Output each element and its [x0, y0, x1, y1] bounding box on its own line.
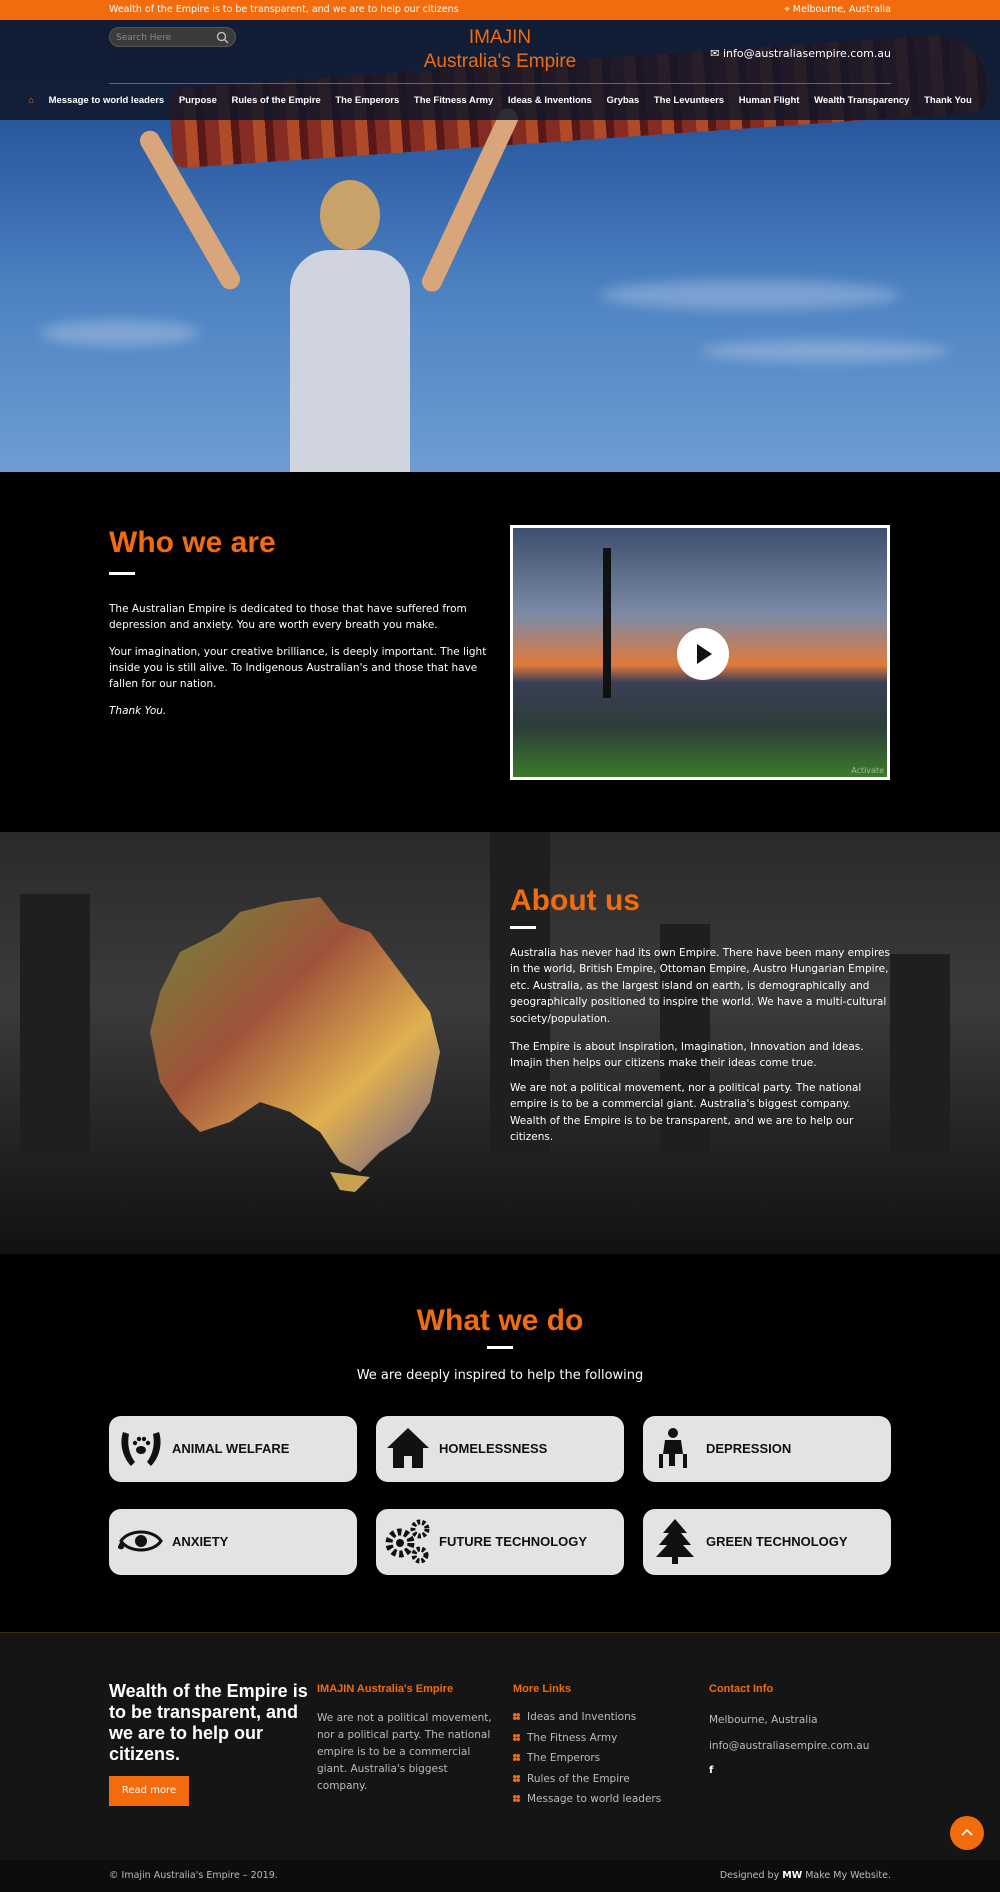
grid-bullet-icon: [513, 1795, 520, 1802]
nav-item-grybas[interactable]: Grybas: [606, 95, 639, 106]
footer-contact-location: Melbourne, Australia: [709, 1714, 818, 1726]
about-title-underline: [510, 926, 536, 929]
copyright-bar: © Imajin Australia's Empire – 2019. Desi…: [0, 1860, 1000, 1892]
eye-icon: [118, 1530, 163, 1552]
card-animal-welfare[interactable]: ANIMAL WELFARE: [109, 1416, 357, 1482]
top-bar-location: ⌖ Melbourne, Australia: [784, 4, 891, 15]
woman-figure: [136, 105, 522, 472]
card-label: FUTURE TECHNOLOGY: [439, 1534, 588, 1549]
footer-links-title: More Links: [513, 1683, 572, 1695]
back-to-top-button[interactable]: [950, 1816, 984, 1850]
top-bar-tagline: Wealth of the Empire is to be transparen…: [109, 4, 459, 15]
copyright-text: © Imajin Australia's Empire – 2019.: [109, 1870, 278, 1881]
who-title-underline: [109, 572, 135, 575]
depression-icon: [659, 1428, 687, 1468]
top-bar-location-text: Melbourne, Australia: [792, 4, 891, 15]
footer-tagline: Wealth of the Empire is to be transparen…: [109, 1681, 308, 1764]
nav-item-thank-you[interactable]: Thank You: [924, 95, 972, 106]
footer-contact-email[interactable]: info@australiasempire.com.au: [709, 1738, 869, 1755]
nav-item-human-flight[interactable]: Human Flight: [739, 95, 800, 106]
who-paragraph-2: Your imagination, your creative brillian…: [109, 646, 487, 690]
read-more-button[interactable]: Read more: [109, 1776, 189, 1806]
who-title: Who we are: [109, 526, 276, 559]
search-input[interactable]: [116, 31, 212, 44]
home-icon[interactable]: ⌂: [28, 95, 34, 106]
card-future-technology[interactable]: FUTURE TECHNOLOGY: [376, 1509, 624, 1575]
nav-divider: [109, 83, 891, 84]
who-paragraph-3: Thank You.: [109, 705, 167, 717]
footer-link-emperors[interactable]: The Emperors: [513, 1752, 600, 1764]
search-box[interactable]: [109, 27, 236, 47]
nav-item-message[interactable]: Message to world leaders: [49, 95, 165, 106]
card-label: ANIMAL WELFARE: [172, 1441, 290, 1456]
who-paragraph-1: The Australian Empire is dedicated to th…: [109, 603, 467, 631]
grid-bullet-icon: [513, 1734, 520, 1741]
what-subtitle: We are deeply inspired to help the follo…: [356, 1368, 644, 1383]
about-paragraph-3: We are not a political movement, nor a p…: [510, 1082, 862, 1144]
envelope-icon: ✉: [710, 47, 720, 60]
card-label: GREEN TECHNOLOGY: [706, 1534, 848, 1549]
card-green-technology[interactable]: GREEN TECHNOLOGY: [643, 1509, 891, 1575]
grid-bullet-icon: [513, 1754, 520, 1761]
designer-credit[interactable]: Designed by MW Make My Website.: [720, 1870, 891, 1881]
footer-about-title: IMAJIN Australia's Empire: [317, 1683, 454, 1695]
nav-item-fitness-army[interactable]: The Fitness Army: [414, 95, 493, 106]
footer-link-fitness[interactable]: The Fitness Army: [513, 1732, 617, 1744]
nav-item-ideas[interactable]: Ideas & Inventions: [508, 95, 592, 106]
card-depression[interactable]: DEPRESSION: [643, 1416, 891, 1482]
card-label: HOMELESSNESS: [439, 1441, 548, 1456]
house-icon: [387, 1428, 429, 1468]
tree-silhouette: [603, 548, 611, 698]
header-email[interactable]: ✉ info@australiasempire.com.au: [710, 47, 891, 60]
main-nav: ⌂ Message to world leaders Purpose Rules…: [0, 95, 1000, 106]
footer-about-text: We are not a political movement, nor a p…: [317, 1712, 492, 1792]
nav-item-levunteers[interactable]: The Levunteers: [654, 95, 724, 106]
nav-item-wealth[interactable]: Wealth Transparency: [814, 95, 909, 106]
about-paragraph-2: The Empire is about Inspiration, Imagina…: [510, 1041, 864, 1070]
video-watermark: Activate: [851, 766, 884, 775]
australia-collage-map: [150, 897, 440, 1192]
about-title: About us: [510, 884, 640, 917]
footer-link-message[interactable]: Message to world leaders: [513, 1793, 661, 1805]
about-paragraph-1: Australia has never had its own Empire. …: [510, 947, 890, 1025]
header-email-text: info@australiasempire.com.au: [722, 47, 891, 60]
grid-bullet-icon: [513, 1713, 520, 1720]
logo-line1: IMAJIN: [468, 27, 532, 48]
nav-item-purpose[interactable]: Purpose: [179, 95, 217, 106]
card-anxiety[interactable]: ANXIETY: [109, 1509, 357, 1575]
site-logo[interactable]: IMAJIN Australia's Empire: [380, 26, 620, 74]
card-homelessness[interactable]: HOMELESSNESS: [376, 1416, 624, 1482]
footer-link-rules[interactable]: Rules of the Empire: [513, 1773, 630, 1785]
nav-item-rules[interactable]: Rules of the Empire: [232, 95, 321, 106]
what-title-underline: [487, 1346, 513, 1349]
animal-welfare-icon: [121, 1432, 161, 1466]
footer-link-ideas[interactable]: Ideas and Inventions: [513, 1711, 636, 1723]
about-section: About us Australia has never had its own…: [0, 832, 1000, 1254]
grid-bullet-icon: [513, 1775, 520, 1782]
site-footer: Wealth of the Empire is to be transparen…: [0, 1632, 1000, 1860]
play-button[interactable]: [677, 628, 729, 680]
top-bar: Wealth of the Empire is to be transparen…: [0, 0, 1000, 20]
gears-icon: [385, 1519, 430, 1564]
mmw-logo-icon: MW: [782, 1870, 803, 1881]
who-we-are-section: Who we are The Australian Empire is dedi…: [0, 472, 1000, 832]
map-pin-icon: ⌖: [784, 4, 790, 15]
card-label: DEPRESSION: [706, 1441, 792, 1456]
footer-contact-title: Contact Info: [709, 1683, 774, 1695]
play-icon: [697, 644, 712, 664]
search-icon[interactable]: [216, 31, 229, 44]
card-label: ANXIETY: [172, 1534, 229, 1549]
chevron-up-icon: [961, 1828, 973, 1836]
video-player[interactable]: Activate: [510, 525, 890, 780]
tree-icon: [656, 1519, 694, 1564]
facebook-icon[interactable]: f: [709, 1765, 713, 1776]
logo-line2: Australia's Empire: [423, 51, 577, 72]
what-we-do-section: What we do We are deeply inspired to hel…: [0, 1254, 1000, 1632]
what-title: What we do: [416, 1304, 584, 1337]
nav-item-emperors[interactable]: The Emperors: [335, 95, 399, 106]
